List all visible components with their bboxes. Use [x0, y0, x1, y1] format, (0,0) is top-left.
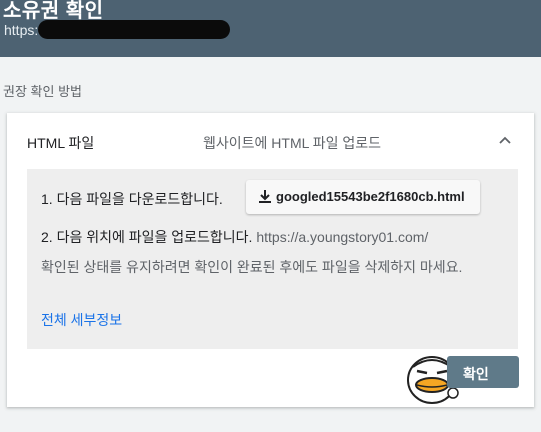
step2-text: 2. 다음 위치에 파일을 업로드합니다. https://a.youngsto…: [41, 227, 428, 247]
full-details-link[interactable]: 전체 세부정보: [41, 310, 122, 330]
download-file-name: googled15543be2f1680cb.html: [276, 189, 465, 204]
method-description: 웹사이트에 HTML 파일 업로드: [203, 135, 382, 151]
confirm-button[interactable]: 확인: [447, 356, 519, 388]
redaction-bar: [38, 20, 230, 39]
method-header[interactable]: HTML 파일 웹사이트에 HTML 파일 업로드: [7, 113, 534, 169]
confirm-button-label: 확인: [463, 366, 489, 382]
site-url-text: https:: [4, 22, 39, 38]
download-icon: [259, 190, 271, 203]
step2-site: https://a.youngstory01.com/: [256, 229, 429, 245]
chevron-up-icon[interactable]: [497, 133, 513, 149]
keep-file-warning: 확인된 상태를 유지하려면 확인이 완료된 후에도 파일을 삭제하지 마세요.: [41, 259, 463, 275]
download-file-button[interactable]: googled15543be2f1680cb.html: [246, 180, 480, 214]
step1-text: 1. 다음 파일을 다운로드합니다.: [41, 191, 223, 207]
page-header: 소유권 확인 https:: [0, 0, 541, 57]
step2-label: 2. 다음 위치에 파일을 업로드합니다.: [41, 229, 253, 245]
section-label: 권장 확인 방법: [3, 84, 82, 99]
method-name: HTML 파일: [27, 135, 95, 151]
instructions-panel: 1. 다음 파일을 다운로드합니다. googled15543be2f1680c…: [27, 169, 518, 349]
verification-method-card: HTML 파일 웹사이트에 HTML 파일 업로드 1. 다음 파일을 다운로드…: [7, 113, 534, 407]
